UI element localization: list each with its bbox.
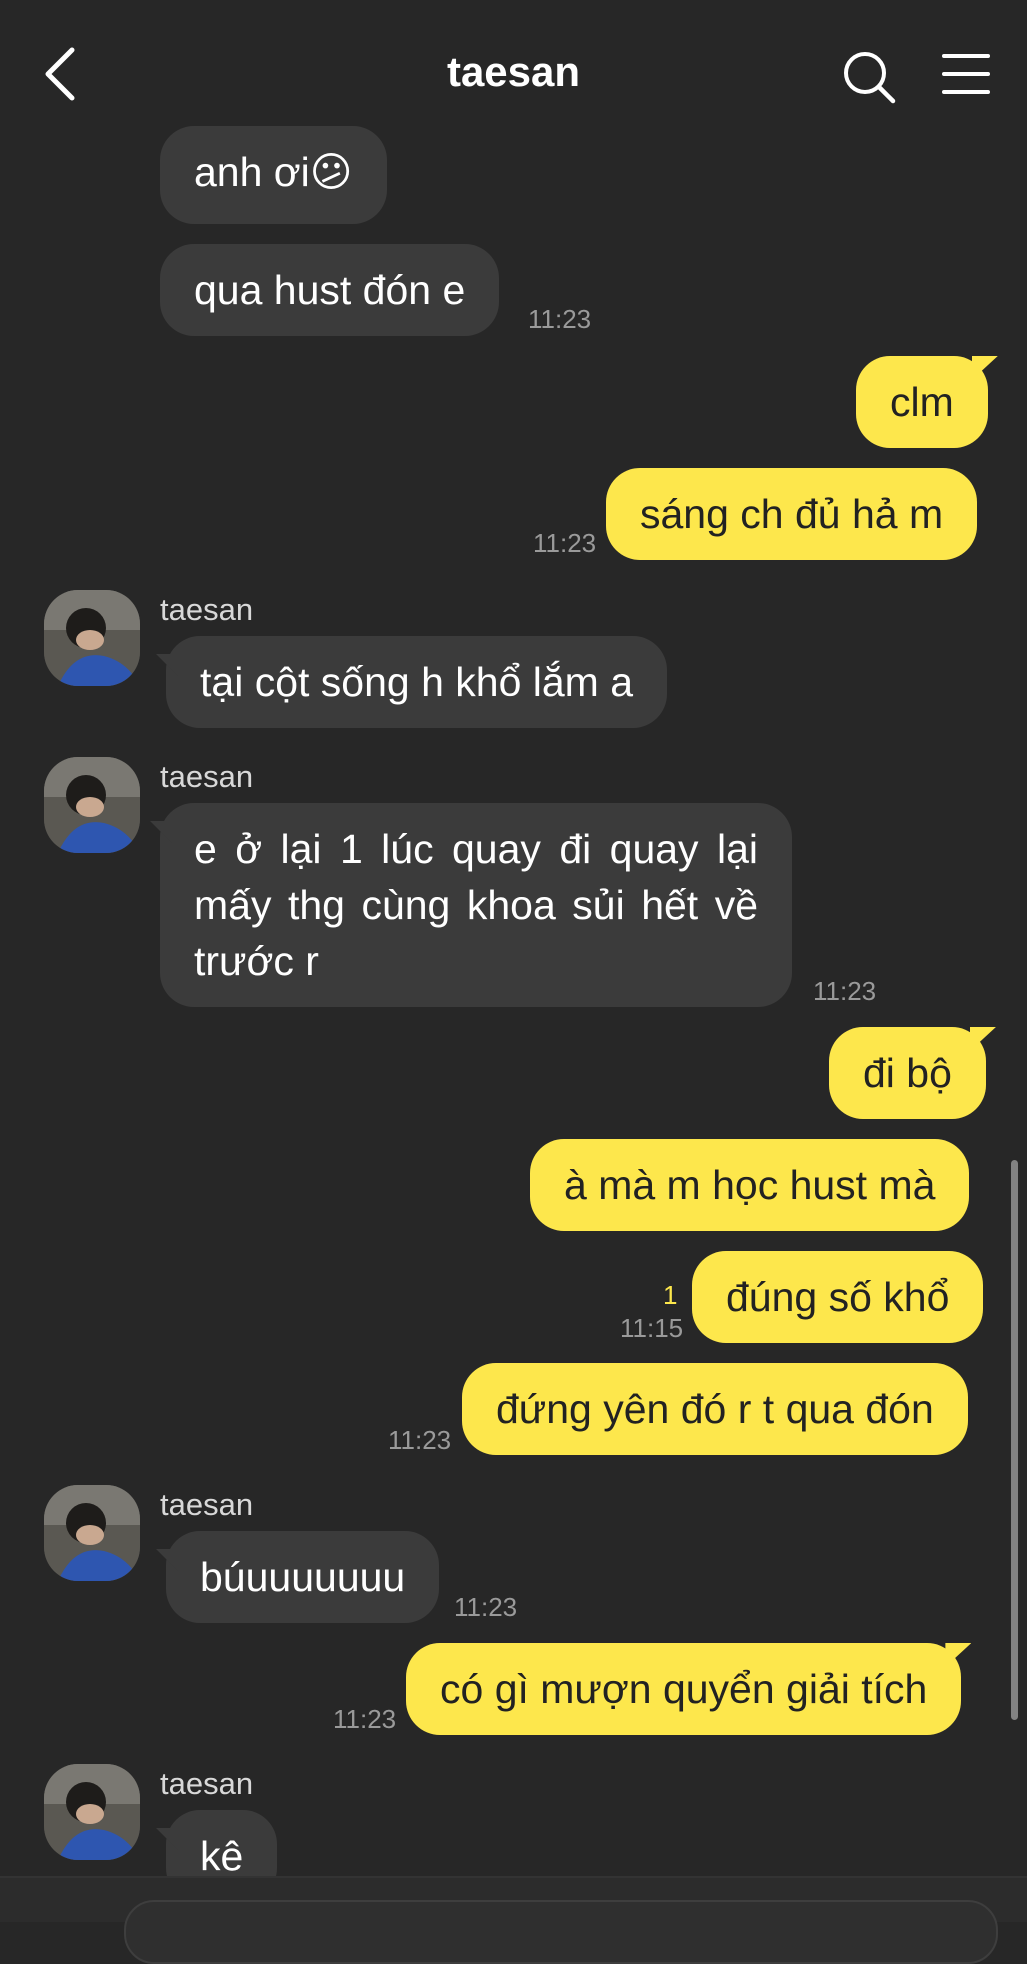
avatar[interactable] [44, 590, 140, 686]
message-text: đúng số khổ [726, 1274, 950, 1320]
message-text: có gì mượn quyển giải tích [440, 1666, 928, 1712]
message-timestamp: 11:23 [528, 304, 592, 334]
message-text: tại cột sống h khổ lắm a [200, 659, 634, 705]
avatar-photo [44, 1485, 140, 1581]
avatar-photo [44, 1764, 140, 1860]
message-timestamp: 11:15 [620, 1313, 684, 1343]
message-input-area [0, 1876, 1027, 1964]
message-timestamp: 11:23 [533, 528, 597, 558]
message-bubble-outgoing[interactable]: sáng ch đủ hả m [606, 468, 978, 560]
message-bubble-outgoing[interactable]: đúng số khổ [692, 1251, 984, 1343]
message-bubble-outgoing[interactable]: đứng yên đó r t qua đón [462, 1363, 968, 1455]
message-text: qua hust đón e [194, 267, 466, 313]
message-text: sáng ch đủ hả m [640, 491, 944, 537]
message-text: đi bộ [863, 1050, 952, 1096]
avatar[interactable] [44, 1764, 140, 1860]
message-input[interactable] [124, 1900, 998, 1964]
message-bubble-incoming[interactable]: qua hust đón e [160, 244, 500, 336]
avatar-photo [44, 590, 140, 686]
message-bubble-outgoing[interactable]: clm [856, 356, 988, 448]
sender-name: taesan [160, 592, 254, 627]
message-bubble-incoming[interactable]: tại cột sống h khổ lắm a [166, 636, 668, 728]
message-text: clm [890, 379, 954, 425]
message-bubble-outgoing[interactable]: đi bộ [829, 1027, 986, 1119]
message-text: kê [200, 1833, 244, 1879]
message-bubble-incoming[interactable]: anh ơi😕 [160, 126, 387, 224]
message-bubble-outgoing[interactable]: có gì mượn quyển giải tích [406, 1643, 962, 1735]
message-timestamp: 11:23 [813, 976, 877, 1006]
message-text: à mà m học hust mà [564, 1162, 936, 1208]
unread-count: 1 [663, 1280, 678, 1310]
scrollbar[interactable] [1011, 1160, 1018, 1720]
avatar-photo [44, 757, 140, 853]
message-text: đứng yên đó r t qua đón [496, 1386, 934, 1432]
message-text: e ở lại 1 lúc quay đi quay lại mấy thg c… [194, 826, 758, 984]
message-timestamp: 11:23 [454, 1592, 518, 1622]
message-bubble-incoming[interactable]: e ở lại 1 lúc quay đi quay lại mấy thg c… [160, 803, 792, 1007]
message-text: anh ơi😕 [194, 149, 353, 195]
chat-header: taesan [0, 0, 1027, 140]
avatar[interactable] [44, 757, 140, 853]
search-icon[interactable] [842, 50, 896, 104]
sender-name: taesan [160, 759, 254, 794]
hamburger-menu-icon[interactable] [942, 52, 990, 96]
sender-name: taesan [160, 1766, 254, 1801]
message-bubble-incoming[interactable]: búuuuuuuu [166, 1531, 440, 1623]
message-text: búuuuuuuu [200, 1554, 406, 1600]
message-timestamp: 11:23 [388, 1425, 452, 1455]
message-timestamp: 11:23 [333, 1704, 397, 1734]
message-bubble-outgoing[interactable]: à mà m học hust mà [530, 1139, 970, 1231]
avatar[interactable] [44, 1485, 140, 1581]
sender-name: taesan [160, 1487, 254, 1522]
